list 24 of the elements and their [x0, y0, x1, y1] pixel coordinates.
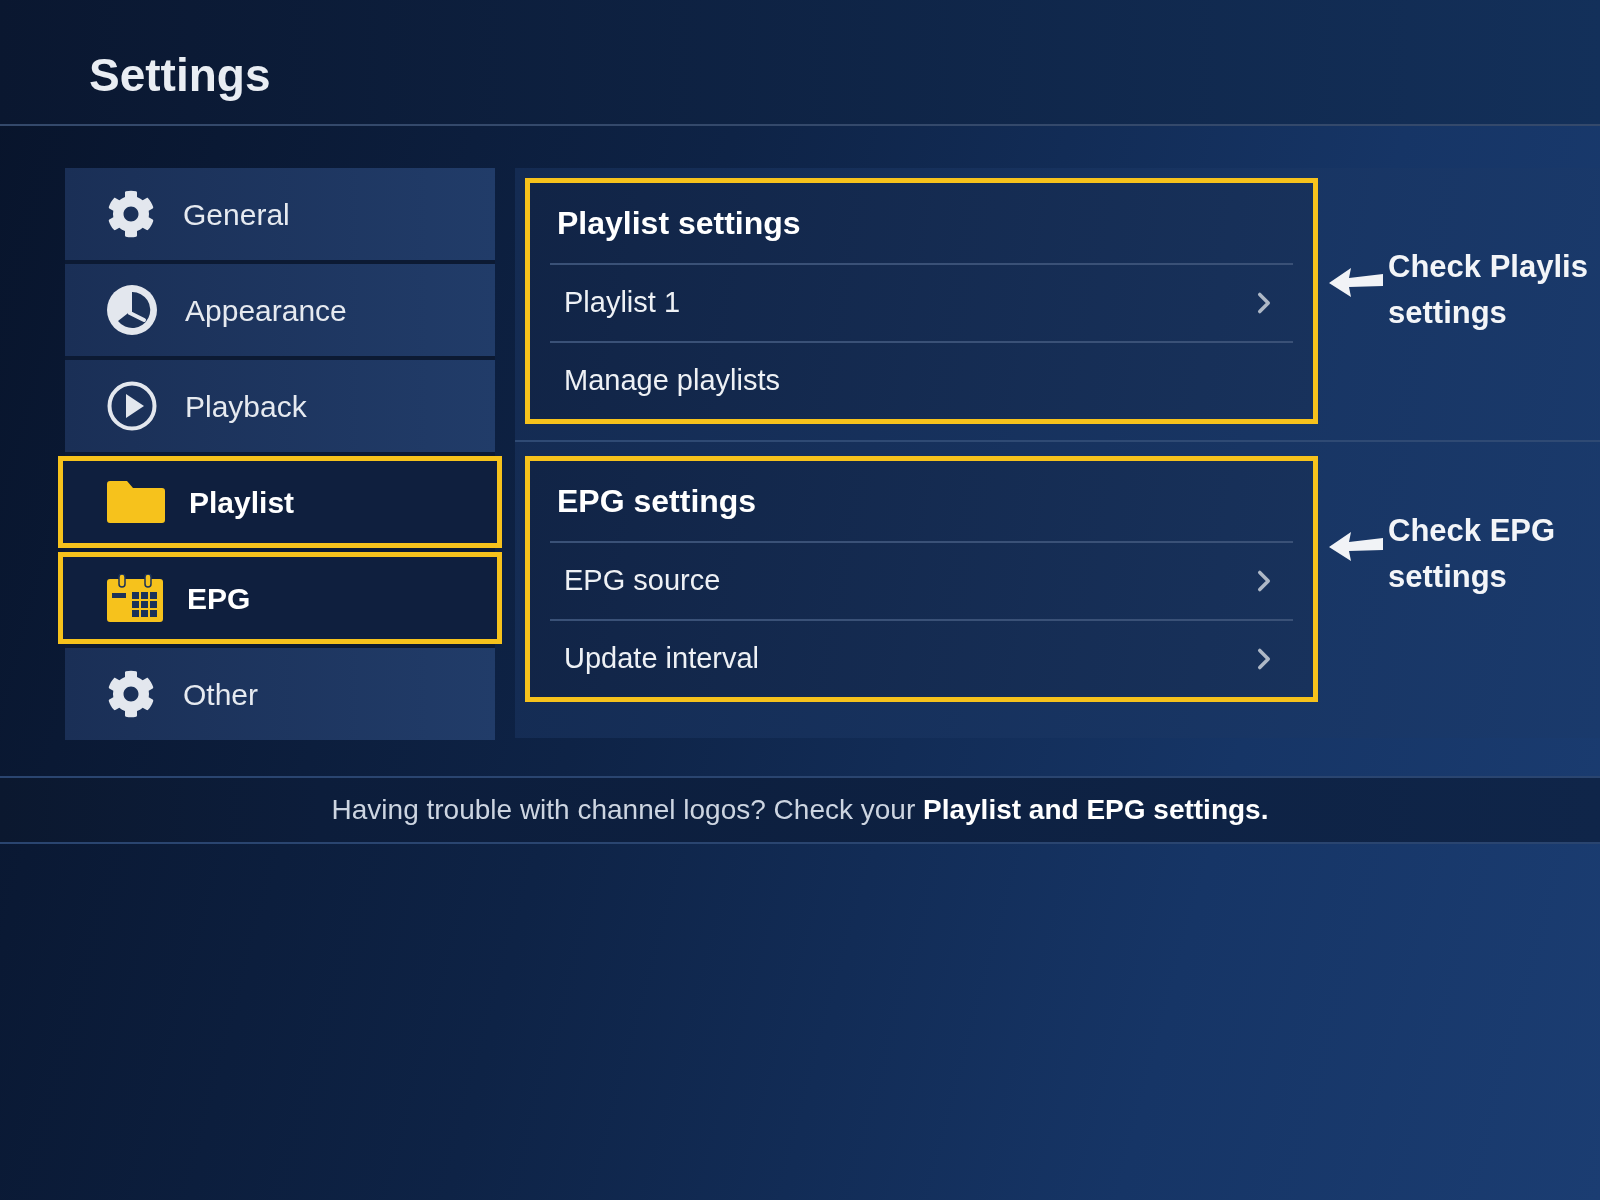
callout-text: Check EPG settings	[1388, 512, 1556, 596]
calendar-icon	[107, 574, 163, 622]
sidebar-item[interactable]: Playlist	[58, 456, 502, 548]
settings-row[interactable]: Update interval	[550, 621, 1293, 697]
sidebar-item[interactable]: Other	[65, 648, 495, 740]
sidebar-item[interactable]: Appearance	[65, 264, 495, 356]
sidebar-item[interactable]: General	[65, 168, 495, 260]
panel-title: Playlist settings	[557, 204, 801, 243]
gear-icon	[107, 670, 155, 718]
left-arrow-icon	[1328, 530, 1384, 562]
dial-icon	[107, 285, 157, 335]
settings-row[interactable]: Playlist 1	[550, 265, 1293, 341]
sidebar-item[interactable]: EPG	[58, 552, 502, 644]
play-icon	[107, 381, 157, 431]
panel-title: EPG settings	[557, 482, 757, 521]
folder-icon	[107, 481, 165, 523]
left-arrow-icon	[1328, 266, 1384, 298]
callout-text: Check Playlis settings	[1388, 248, 1588, 332]
settings-row[interactable]: Manage playlists	[550, 343, 1293, 419]
footer-text: Having trouble with channel logos? Check your Playlist and EPG settings.	[331, 793, 1269, 827]
gear-icon	[107, 190, 155, 238]
sidebar-item[interactable]: Playback	[65, 360, 495, 452]
settings-row[interactable]: EPG source	[550, 543, 1293, 619]
page-title: Settings	[89, 48, 271, 103]
